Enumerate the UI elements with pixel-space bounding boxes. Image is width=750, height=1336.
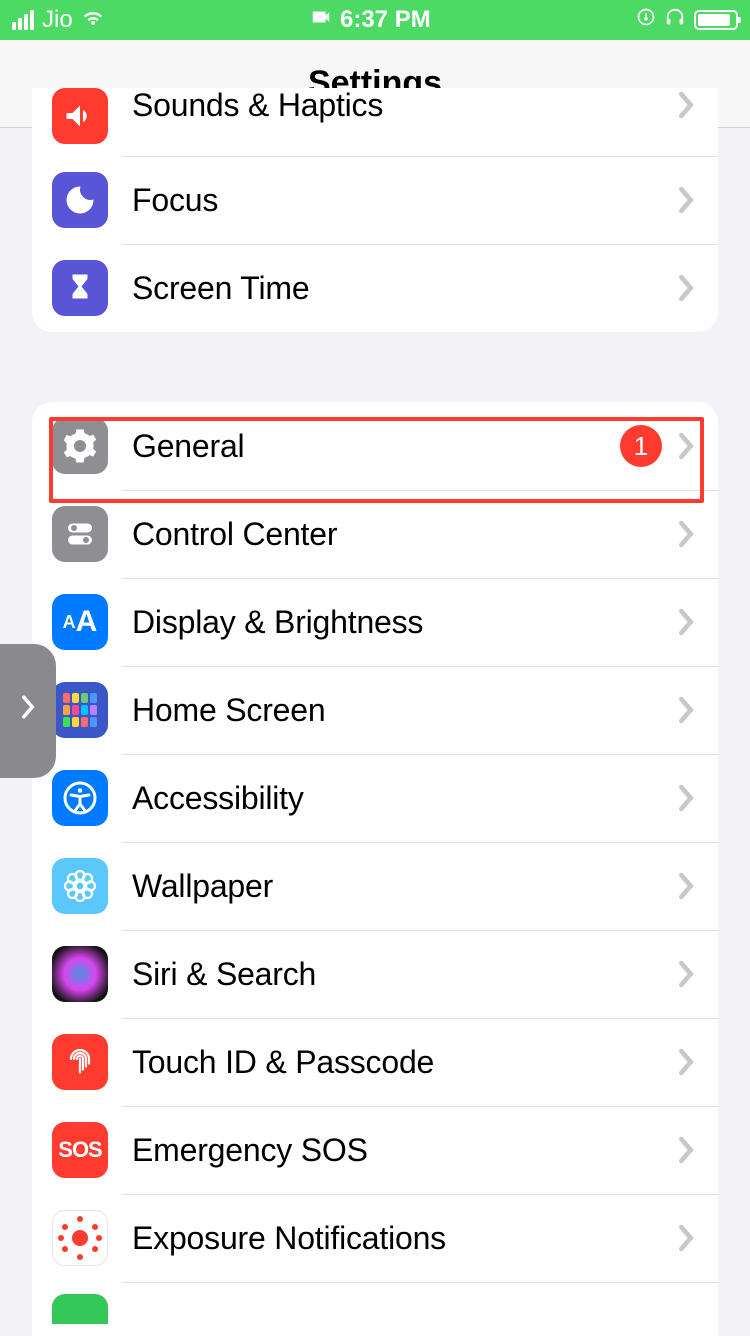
row-emergency-sos[interactable]: SOS Emergency SOS — [32, 1106, 718, 1194]
chevron-right-icon — [678, 960, 694, 988]
row-label: Focus — [132, 182, 678, 219]
chevron-right-icon — [678, 91, 694, 119]
chevron-right-icon — [678, 608, 694, 636]
row-label: Exposure Notifications — [132, 1220, 678, 1257]
fingerprint-icon — [52, 1034, 108, 1090]
row-focus[interactable]: Focus — [32, 156, 718, 244]
row-label: Touch ID & Passcode — [132, 1044, 678, 1081]
row-label: Screen Time — [132, 270, 678, 307]
row-siri-search[interactable]: Siri & Search — [32, 930, 718, 1018]
rotation-lock-icon — [636, 6, 656, 34]
chevron-right-icon — [21, 686, 35, 736]
app-grid-icon — [52, 682, 108, 738]
settings-group-1: Sounds & Haptics Focus Screen Time — [32, 88, 718, 332]
chevron-right-icon — [678, 1136, 694, 1164]
row-label: General — [132, 428, 620, 465]
chevron-right-icon — [678, 1048, 694, 1076]
row-wallpaper[interactable]: Wallpaper — [32, 842, 718, 930]
row-label: Accessibility — [132, 780, 678, 817]
accessibility-icon — [52, 770, 108, 826]
chevron-right-icon — [678, 872, 694, 900]
row-exposure-notifications[interactable]: Exposure Notifications — [32, 1194, 718, 1282]
time-label: 6:37 PM — [340, 6, 431, 34]
settings-group-2: General 1 Control Center AA Display & Br… — [32, 402, 718, 1336]
side-drawer-handle[interactable] — [0, 644, 56, 778]
moon-icon — [52, 172, 108, 228]
signal-bars-icon — [12, 10, 34, 30]
row-label: Emergency SOS — [132, 1132, 678, 1169]
row-label: Display & Brightness — [132, 604, 678, 641]
row-control-center[interactable]: Control Center — [32, 490, 718, 578]
wifi-icon — [81, 5, 105, 36]
row-screen-time[interactable]: Screen Time — [32, 244, 718, 332]
row-sounds-haptics[interactable]: Sounds & Haptics — [32, 88, 718, 156]
status-left: Jio — [12, 5, 105, 36]
chevron-right-icon — [678, 520, 694, 548]
row-general[interactable]: General 1 — [32, 402, 718, 490]
chevron-right-icon — [678, 274, 694, 302]
status-right — [636, 6, 738, 35]
chevron-right-icon — [678, 784, 694, 812]
row-display-brightness[interactable]: AA Display & Brightness — [32, 578, 718, 666]
flower-icon — [52, 858, 108, 914]
speaker-icon — [52, 88, 108, 144]
row-label: Sounds & Haptics — [132, 88, 678, 124]
row-accessibility[interactable]: Accessibility — [32, 754, 718, 842]
row-partial-bottom[interactable] — [32, 1282, 718, 1336]
carrier-label: Jio — [42, 6, 73, 34]
battery-settings-icon — [52, 1294, 108, 1324]
exposure-icon — [52, 1210, 108, 1266]
row-label: Wallpaper — [132, 868, 678, 905]
text-size-icon: AA — [52, 594, 108, 650]
sos-text: SOS — [58, 1137, 101, 1163]
chevron-right-icon — [678, 186, 694, 214]
chevron-right-icon — [678, 696, 694, 724]
status-bar: Jio 6:37 PM — [0, 0, 750, 40]
chevron-right-icon — [678, 1224, 694, 1252]
row-label: Siri & Search — [132, 956, 678, 993]
status-center: 6:37 PM — [310, 6, 431, 35]
battery-icon — [694, 10, 738, 30]
gear-icon — [52, 418, 108, 474]
row-label: Home Screen — [132, 692, 678, 729]
hourglass-icon — [52, 260, 108, 316]
toggles-icon — [52, 506, 108, 562]
headphones-icon — [664, 6, 686, 35]
chevron-right-icon — [678, 432, 694, 460]
sos-icon: SOS — [52, 1122, 108, 1178]
row-home-screen[interactable]: Home Screen — [32, 666, 718, 754]
camera-icon — [310, 6, 332, 35]
notification-badge: 1 — [620, 425, 662, 467]
row-touch-id-passcode[interactable]: Touch ID & Passcode — [32, 1018, 718, 1106]
row-label: Control Center — [132, 516, 678, 553]
siri-icon — [52, 946, 108, 1002]
